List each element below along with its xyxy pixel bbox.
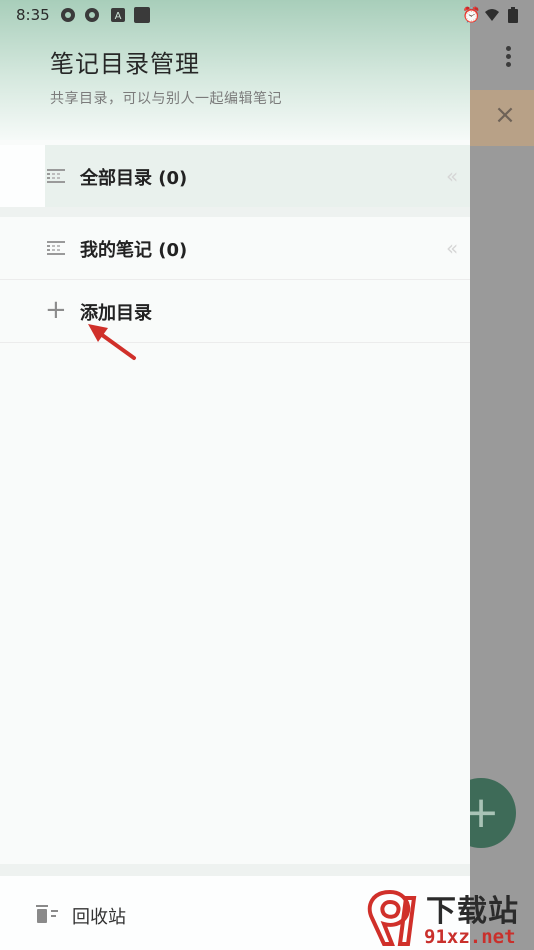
status-time: 8:35 [16, 6, 50, 24]
directory-item-label: 我的笔记 (0) [80, 240, 188, 261]
font-notification-icon: A [111, 8, 125, 22]
watermark-text: 下载站 [426, 894, 519, 929]
chevron-left-icon[interactable]: « [446, 164, 458, 188]
watermark: 下载站 91xz.net [360, 880, 534, 950]
directory-item-all[interactable]: 全部目录 (0) « [0, 145, 470, 207]
recycle-bin-label: 回收站 [72, 907, 126, 928]
wifi-icon [485, 9, 499, 21]
close-icon[interactable]: × [494, 102, 516, 128]
watermark-logo [367, 889, 417, 946]
drawer-subtitle: 共享目录，可以与别人一起编辑笔记 [50, 91, 282, 107]
square-notification-icon [134, 7, 150, 23]
app-notification-icon [85, 8, 99, 22]
app-notification-icon [61, 8, 75, 22]
status-bar: 8:35 A ⏰ [0, 0, 534, 30]
trash-icon [36, 905, 58, 923]
chevron-left-icon[interactable]: « [446, 236, 458, 260]
divider [0, 864, 470, 876]
navigation-drawer: 笔记目录管理 共享目录，可以与别人一起编辑笔记 全部目录 (0) « 我的笔记 … [0, 0, 470, 950]
more-vert-icon[interactable] [502, 46, 514, 72]
drawer-title: 笔记目录管理 [50, 50, 200, 78]
directory-item-my-notes[interactable]: 我的笔记 (0) « [0, 217, 470, 280]
svg-text:A: A [115, 11, 122, 22]
divider [0, 207, 470, 217]
add-directory-button[interactable]: + 添加目录 [0, 280, 470, 343]
plus-icon: + [45, 295, 67, 325]
list-icon [47, 169, 65, 183]
battery-icon [508, 7, 518, 23]
annotation-arrow [88, 324, 136, 360]
directory-item-label: 全部目录 (0) [80, 168, 188, 189]
watermark-url: 91xz.net [424, 926, 516, 948]
list-icon [47, 241, 65, 255]
alarm-icon: ⏰ [462, 6, 481, 24]
